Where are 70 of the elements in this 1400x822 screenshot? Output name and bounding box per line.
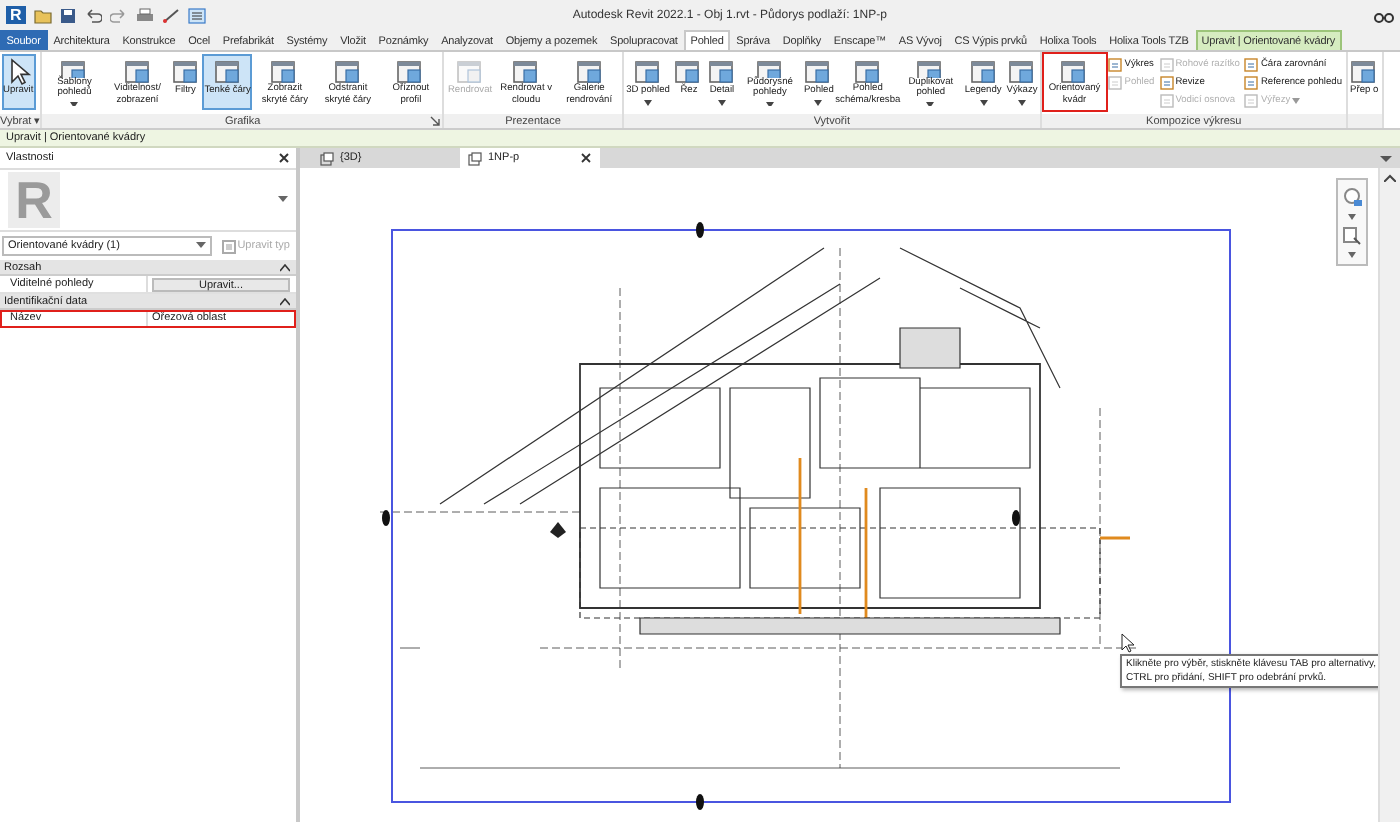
view-icon — [512, 58, 541, 84]
close-icon[interactable] — [278, 152, 290, 164]
drag-handle[interactable] — [382, 510, 390, 526]
drag-handle[interactable] — [696, 222, 704, 238]
app-logo[interactable]: R — [6, 6, 26, 24]
view-icon — [1008, 58, 1037, 86]
caret-icon — [814, 99, 823, 105]
caret-icon[interactable] — [1348, 214, 1356, 220]
view-icon — [1060, 58, 1089, 84]
drag-handle[interactable] — [696, 794, 704, 810]
view-icon — [1350, 58, 1379, 86]
close-icon[interactable] — [580, 152, 592, 164]
print-icon[interactable] — [135, 7, 154, 23]
edit-type-icon — [221, 239, 236, 253]
scroll-up-icon[interactable] — [1384, 174, 1396, 182]
dialog-launcher-icon[interactable] — [430, 116, 441, 126]
view-icon — [755, 58, 784, 78]
view-icon — [634, 58, 663, 86]
sheet-icon — [1108, 75, 1123, 89]
view-icon — [320, 151, 334, 165]
caret-icon — [979, 99, 988, 105]
binoculars-icon[interactable] — [1374, 7, 1394, 23]
caret-icon — [926, 101, 935, 106]
caret-icon — [70, 101, 79, 106]
drag-handle[interactable] — [1012, 510, 1020, 526]
north-arrow-icon — [550, 522, 566, 538]
sheet-icon — [1159, 57, 1174, 71]
caret-icon[interactable] — [1348, 252, 1356, 258]
sheet-icon — [1159, 75, 1174, 89]
measure-icon[interactable] — [161, 7, 180, 23]
caret-icon[interactable] — [278, 196, 288, 204]
caret-icon — [765, 101, 774, 106]
sheet-icon — [1108, 57, 1123, 71]
view-icon — [60, 58, 89, 78]
view-icon — [853, 58, 882, 84]
sheet-icon — [1244, 93, 1259, 107]
view-icon — [575, 58, 604, 84]
caret-icon — [195, 242, 206, 250]
view-icon — [804, 58, 833, 86]
caret-icon — [1018, 99, 1027, 105]
pan-icon[interactable] — [1342, 226, 1362, 246]
view-icon — [969, 58, 998, 86]
caret-icon — [644, 99, 653, 105]
view-icon — [707, 58, 736, 86]
sheet-icon — [1159, 93, 1174, 107]
zoom-icon[interactable] — [1341, 186, 1363, 208]
caret-icon — [1292, 97, 1301, 103]
caret-icon — [717, 99, 726, 105]
folder-icon[interactable] — [33, 7, 52, 23]
thin-lines-icon[interactable] — [187, 7, 206, 23]
sheet-icon — [1244, 75, 1259, 89]
view-icon — [674, 58, 703, 86]
view-icon — [213, 58, 242, 86]
view-icon — [171, 58, 200, 86]
save-icon[interactable] — [59, 7, 76, 23]
undo-icon[interactable] — [83, 7, 102, 23]
cursor-icon — [1121, 633, 1135, 653]
view-icon — [468, 151, 482, 165]
chevron-icon[interactable] — [280, 263, 290, 271]
view-icon — [456, 58, 484, 86]
view-icon — [916, 58, 945, 78]
view-icon — [123, 58, 152, 84]
scrollbar[interactable] — [1378, 168, 1400, 822]
sheet-icon — [1244, 57, 1259, 71]
view-icon — [333, 58, 362, 84]
view-icon — [270, 58, 299, 84]
chevron-icon[interactable] — [280, 297, 290, 305]
type-logo: R — [8, 172, 60, 228]
caret-icon[interactable] — [1380, 154, 1392, 164]
view-icon — [396, 58, 425, 84]
